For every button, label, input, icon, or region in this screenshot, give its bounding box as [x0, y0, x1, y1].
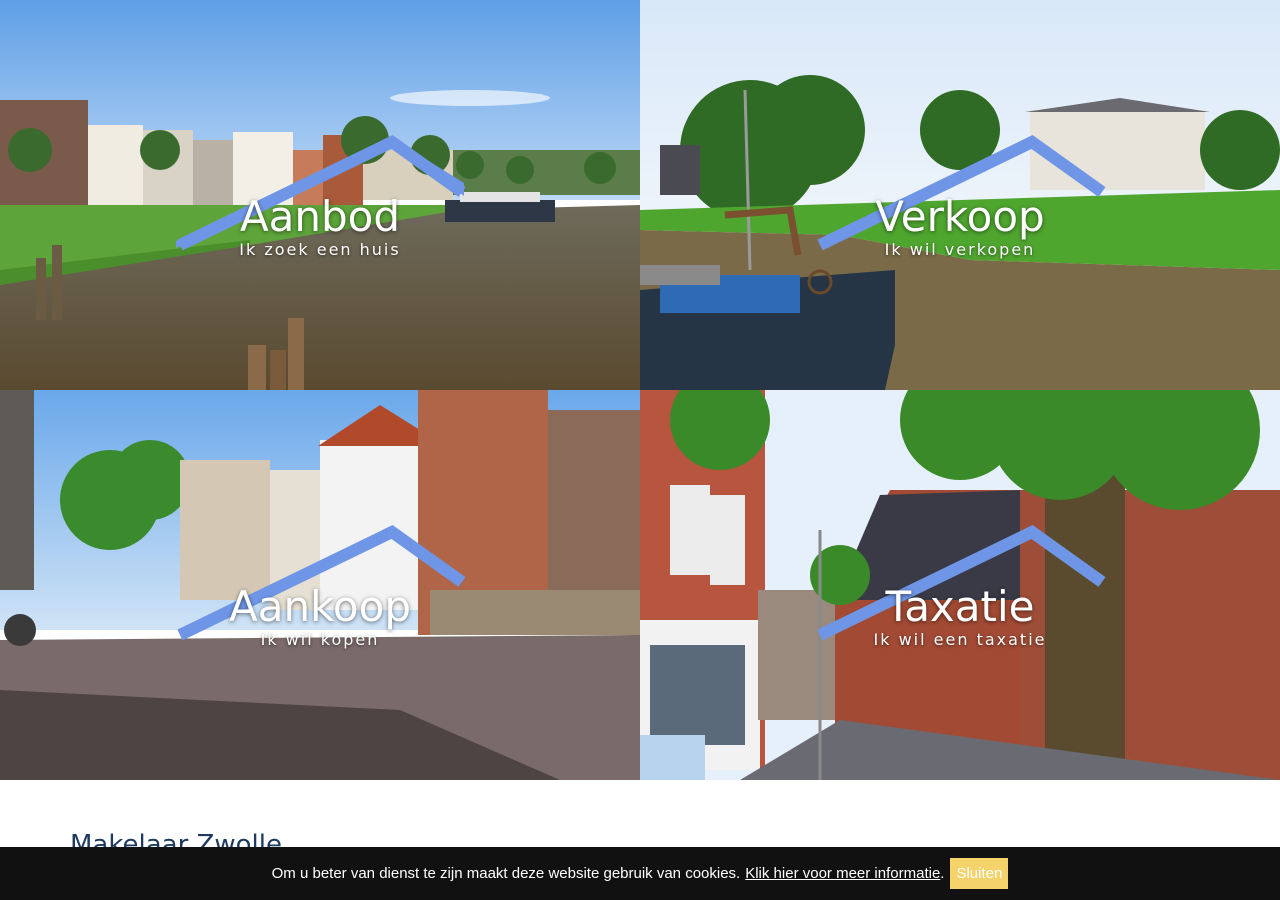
tile-subtitle: Ik wil verkopen — [884, 240, 1036, 259]
tile-aanbod[interactable]: Aanbod Ik zoek een huis — [0, 0, 640, 390]
cookie-punctuation: . — [940, 865, 945, 882]
tile-title: Aanbod — [239, 192, 401, 241]
tile-subtitle: Ik wil kopen — [260, 630, 380, 649]
service-grid: Aanbod Ik zoek een huis Verkoop Ik wil v… — [0, 0, 1280, 780]
tile-title: Verkoop — [875, 192, 1045, 241]
tile-taxatie[interactable]: Taxatie Ik wil een taxatie — [640, 390, 1280, 780]
cookie-bar: Om u beter van dienst te zijn maakt deze… — [0, 847, 1280, 900]
cookie-info-link[interactable]: Klik hier voor meer informatie — [745, 865, 940, 882]
tile-verkoop[interactable]: Verkoop Ik wil verkopen — [640, 0, 1280, 390]
tile-subtitle: Ik zoek een huis — [239, 240, 401, 259]
tile-aankoop[interactable]: Aankoop Ik wil kopen — [0, 390, 640, 780]
tile-title: Taxatie — [885, 582, 1035, 631]
cookie-close-button[interactable]: Sluiten — [950, 858, 1009, 889]
cookie-message: Om u beter van dienst te zijn maakt deze… — [271, 865, 741, 882]
tile-subtitle: Ik wil een taxatie — [873, 630, 1047, 649]
tile-title: Aankoop — [229, 582, 411, 631]
